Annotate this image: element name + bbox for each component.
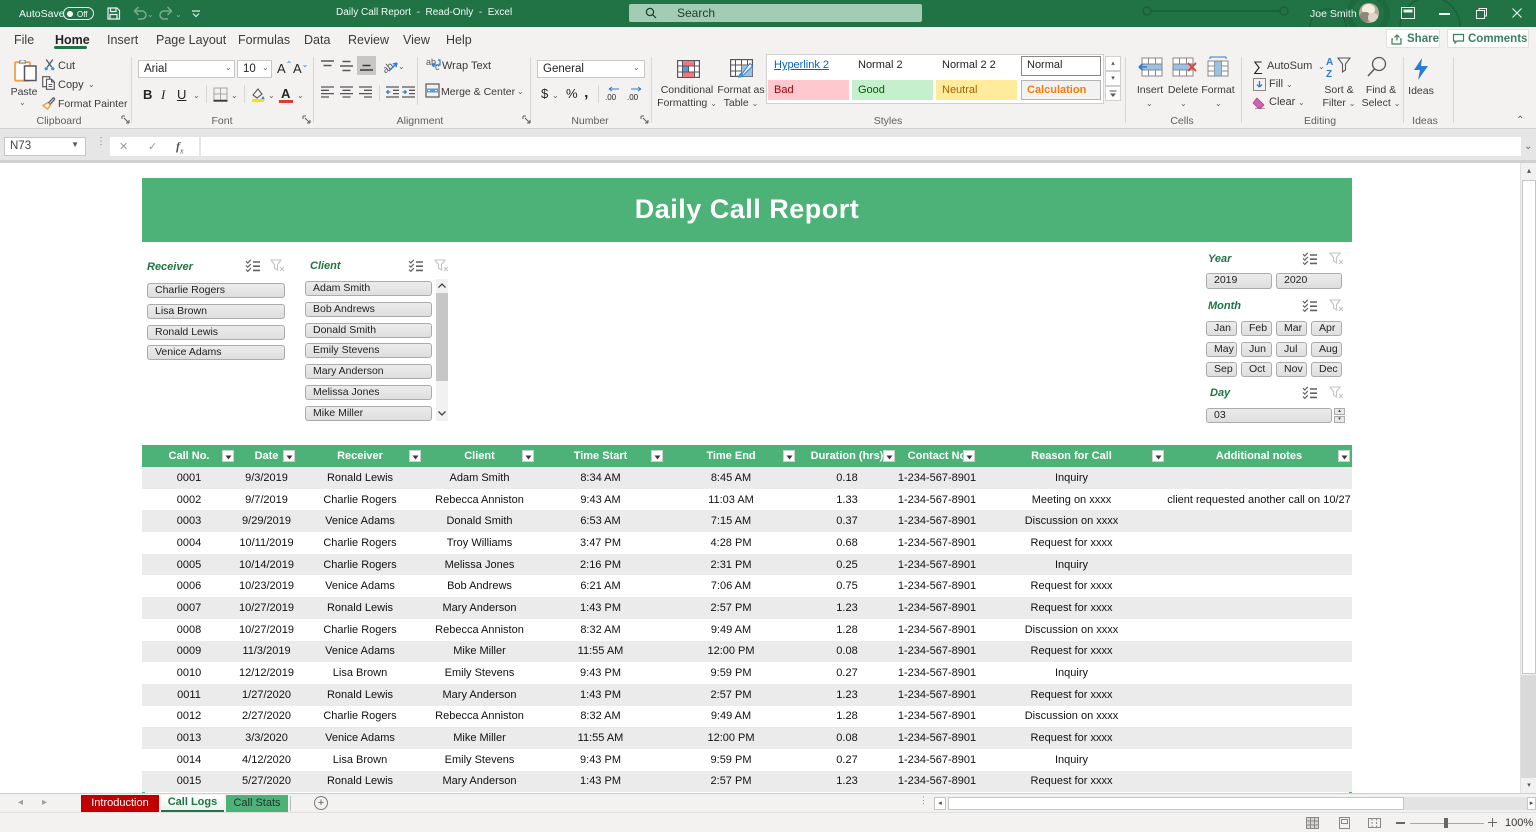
svg-text:A: A — [1326, 57, 1333, 68]
svg-text:.00: .00 — [627, 93, 639, 102]
svg-text:.00: .00 — [605, 93, 617, 102]
svg-text:Z: Z — [1326, 69, 1332, 78]
svg-text:ab: ab — [384, 60, 396, 74]
svg-text:c: c — [435, 62, 440, 72]
